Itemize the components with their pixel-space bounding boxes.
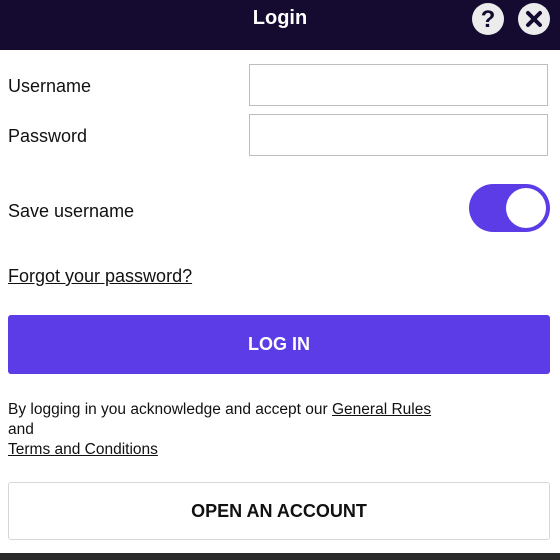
close-button[interactable]: [518, 3, 550, 35]
forgot-password-link[interactable]: Forgot your password?: [8, 265, 192, 287]
general-rules-link[interactable]: General Rules: [332, 401, 431, 418]
password-label: Password: [8, 126, 88, 146]
header-bar: Login ?: [0, 0, 560, 50]
terms-link[interactable]: Terms and Conditions: [8, 441, 158, 458]
password-input[interactable]: [249, 114, 548, 156]
save-username-label: Save username: [8, 201, 135, 221]
toggle-knob: [506, 188, 546, 228]
help-button[interactable]: ?: [472, 3, 504, 35]
question-mark-icon: ?: [481, 6, 496, 33]
login-button[interactable]: LOG IN: [8, 315, 550, 374]
username-label: Username: [8, 76, 92, 96]
close-icon: [526, 11, 542, 27]
legal-notice: By logging in you acknowledge and accept…: [8, 400, 448, 460]
legal-prefix: By logging in you acknowledge and accept…: [8, 401, 332, 418]
bottom-bar: [0, 553, 560, 560]
save-username-toggle[interactable]: [469, 184, 550, 232]
svg-text:?: ?: [481, 6, 496, 33]
open-account-button[interactable]: OPEN AN ACCOUNT: [8, 482, 550, 540]
legal-middle: and: [8, 421, 34, 438]
username-input[interactable]: [249, 64, 548, 106]
